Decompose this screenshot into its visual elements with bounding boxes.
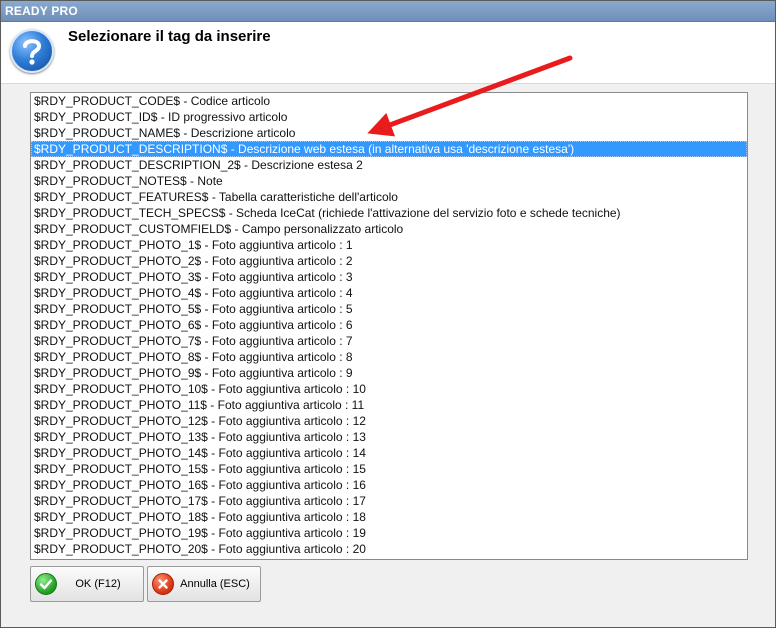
tag-listbox[interactable]: $RDY_PRODUCT_CODE$ - Codice articolo $RDY… (30, 92, 748, 560)
list-item[interactable]: $RDY_PRODUCT_PHOTO_14$ - Foto aggiuntiva… (31, 445, 747, 461)
dialog-header: Selezionare il tag da inserire (1, 22, 775, 84)
checkmark-icon (35, 573, 57, 595)
list-item[interactable]: $RDY_PRODUCT_TECH_SPECS$ - Scheda IceCat… (31, 205, 747, 221)
list-item-selected[interactable]: $RDY_PRODUCT_DESCRIPTION$ - Descrizione … (31, 141, 747, 157)
list-item[interactable]: $RDY_PRODUCT_NOTES$ - Note (31, 173, 747, 189)
list-item[interactable]: $RDY_PRODUCT_PHOTO_7$ - Foto aggiuntiva … (31, 333, 747, 349)
dialog-window: READY PRO Selezionare il tag da inserire… (0, 0, 776, 628)
list-item[interactable]: $RDY_PRODUCT_PHOTO_20$ - Foto aggiuntiva… (31, 541, 747, 557)
list-item[interactable]: $RDY_PRODUCT_PHOTO_19$ - Foto aggiuntiva… (31, 525, 747, 541)
cancel-icon (152, 573, 174, 595)
list-item[interactable]: $RDY_PRODUCT_CUSTOMFIELD$ - Campo person… (31, 221, 747, 237)
window-title: READY PRO (5, 4, 78, 18)
list-item[interactable]: $RDY_PRODUCT_PHOTO_15$ - Foto aggiuntiva… (31, 461, 747, 477)
list-item[interactable]: $RDY_PRODUCT_PHOTO_11$ - Foto aggiuntiva… (31, 397, 747, 413)
list-item[interactable]: $RDY_PRODUCT_PHOTO_10$ - Foto aggiuntiva… (31, 381, 747, 397)
list-item[interactable]: $RDY_PRODUCT_PHOTO_8$ - Foto aggiuntiva … (31, 349, 747, 365)
list-item[interactable]: $RDY_PRODUCT_CODE$ - Codice articolo (31, 93, 747, 109)
list-item[interactable]: $RDY_PRODUCT_PHOTO_4$ - Foto aggiuntiva … (31, 285, 747, 301)
list-item[interactable]: $RDY_PRODUCT_PHOTO_6$ - Foto aggiuntiva … (31, 317, 747, 333)
question-icon (10, 29, 54, 73)
list-item[interactable]: $RDY_PRODUCT_PHOTO_5$ - Foto aggiuntiva … (31, 301, 747, 317)
title-bar[interactable]: READY PRO (1, 1, 775, 22)
list-item[interactable]: $RDY_PRODUCT_PHOTO_12$ - Foto aggiuntiva… (31, 413, 747, 429)
list-item[interactable]: $RDY_PRODUCT_DESCRIPTION_2$ - Descrizion… (31, 157, 747, 173)
list-item[interactable]: $RDY_PRODUCT_PHOTO_9$ - Foto aggiuntiva … (31, 365, 747, 381)
list-item[interactable]: $RDY_PRODUCT_PHOTO_2$ - Foto aggiuntiva … (31, 253, 747, 269)
list-item[interactable]: $RDY_PRODUCT_PHOTO_16$ - Foto aggiuntiva… (31, 477, 747, 493)
cancel-button-label: Annulla (ESC) (180, 578, 250, 590)
dialog-prompt: Selezionare il tag da inserire (68, 28, 271, 45)
ok-button-label: OK (F12) (75, 578, 121, 590)
cancel-button[interactable]: Annulla (ESC) (147, 566, 261, 602)
list-item[interactable]: $RDY_PRODUCT_NAME$ - Descrizione articol… (31, 125, 747, 141)
list-item[interactable]: $RDY_PRODUCT_FEATURES$ - Tabella caratte… (31, 189, 747, 205)
list-item[interactable]: $RDY_PRODUCT_ID$ - ID progressivo artico… (31, 109, 747, 125)
list-item[interactable]: $RDY_PRODUCT_PHOTO_3$ - Foto aggiuntiva … (31, 269, 747, 285)
list-item[interactable]: $RDY_PRODUCT_PHOTO_18$ - Foto aggiuntiva… (31, 509, 747, 525)
list-item[interactable]: $RDY_PRODUCT_PHOTO_17$ - Foto aggiuntiva… (31, 493, 747, 509)
list-item[interactable]: $RDY_PRODUCT_PHOTO_1$ - Foto aggiuntiva … (31, 237, 747, 253)
list-item[interactable]: $RDY_PRODUCT_PHOTO_13$ - Foto aggiuntiva… (31, 429, 747, 445)
ok-button[interactable]: OK (F12) (30, 566, 144, 602)
